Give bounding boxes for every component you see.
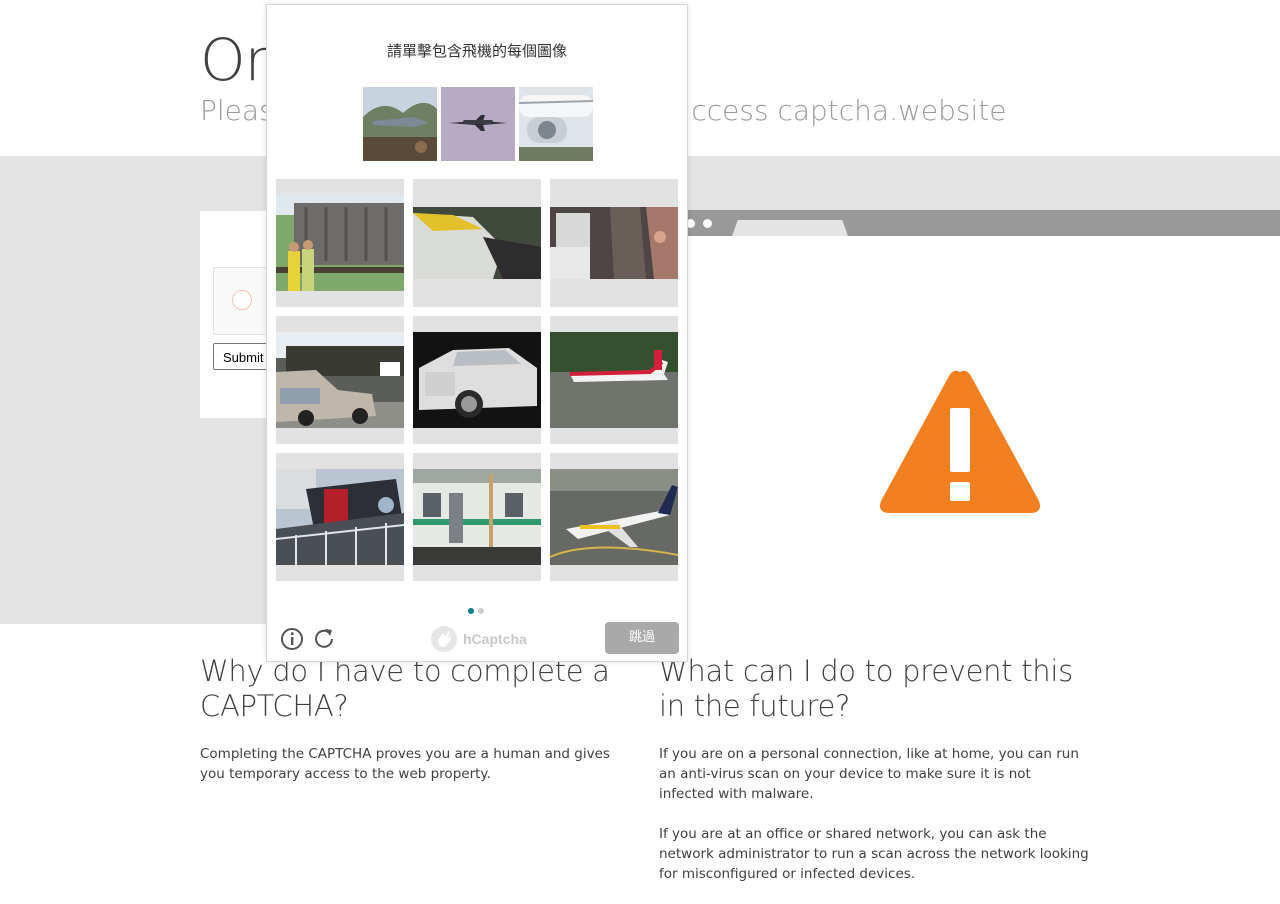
- example-image: [363, 87, 437, 161]
- image-tile[interactable]: [276, 179, 404, 307]
- image-tile[interactable]: [413, 453, 541, 581]
- browser-dot: [703, 219, 712, 228]
- hcaptcha-brand-name: hCaptcha: [463, 631, 527, 647]
- page-dot: [478, 608, 484, 614]
- image-tile[interactable]: [550, 179, 678, 307]
- image-tile[interactable]: [413, 179, 541, 307]
- image-tile[interactable]: [276, 316, 404, 444]
- example-image: [441, 87, 515, 161]
- hcaptcha-challenge: 請單擊包含飛機的每個圖像 hCaptcha 跳過: [266, 4, 688, 662]
- hcaptcha-logo-icon: [431, 626, 457, 652]
- refresh-icon[interactable]: [311, 626, 337, 652]
- section-heading: Why do I have to complete a CAPTCHA?: [200, 654, 610, 723]
- page-indicator: [468, 599, 488, 618]
- page-dot-active: [468, 608, 474, 614]
- browser-illustration: [680, 210, 1280, 260]
- section-heading: What can I do to prevent this in the fut…: [659, 654, 1073, 723]
- image-tile[interactable]: [413, 316, 541, 444]
- info-icon[interactable]: [279, 626, 305, 652]
- example-image: [519, 87, 593, 161]
- image-tile[interactable]: [550, 453, 678, 581]
- warning-icon: [879, 370, 1041, 513]
- section-paragraph: If you are on a personal connection, lik…: [659, 746, 1079, 802]
- submit-button[interactable]: Submit: [213, 343, 271, 370]
- skip-button[interactable]: 跳過: [605, 622, 679, 654]
- challenge-prompt: 請單擊包含飛機的每個圖像: [386, 42, 567, 60]
- image-tile[interactable]: [550, 316, 678, 444]
- why-captcha-section: Why do I have to complete a CAPTCHA? Com…: [200, 654, 630, 804]
- section-paragraph: Completing the CAPTCHA proves you are a …: [200, 746, 610, 782]
- browser-tab: [732, 220, 848, 236]
- prevent-section: What can I do to prevent this in the fut…: [659, 654, 1089, 904]
- image-tile[interactable]: [276, 453, 404, 581]
- captcha-checkbox[interactable]: [232, 290, 252, 310]
- section-paragraph: If you are at an office or shared networ…: [659, 826, 1089, 882]
